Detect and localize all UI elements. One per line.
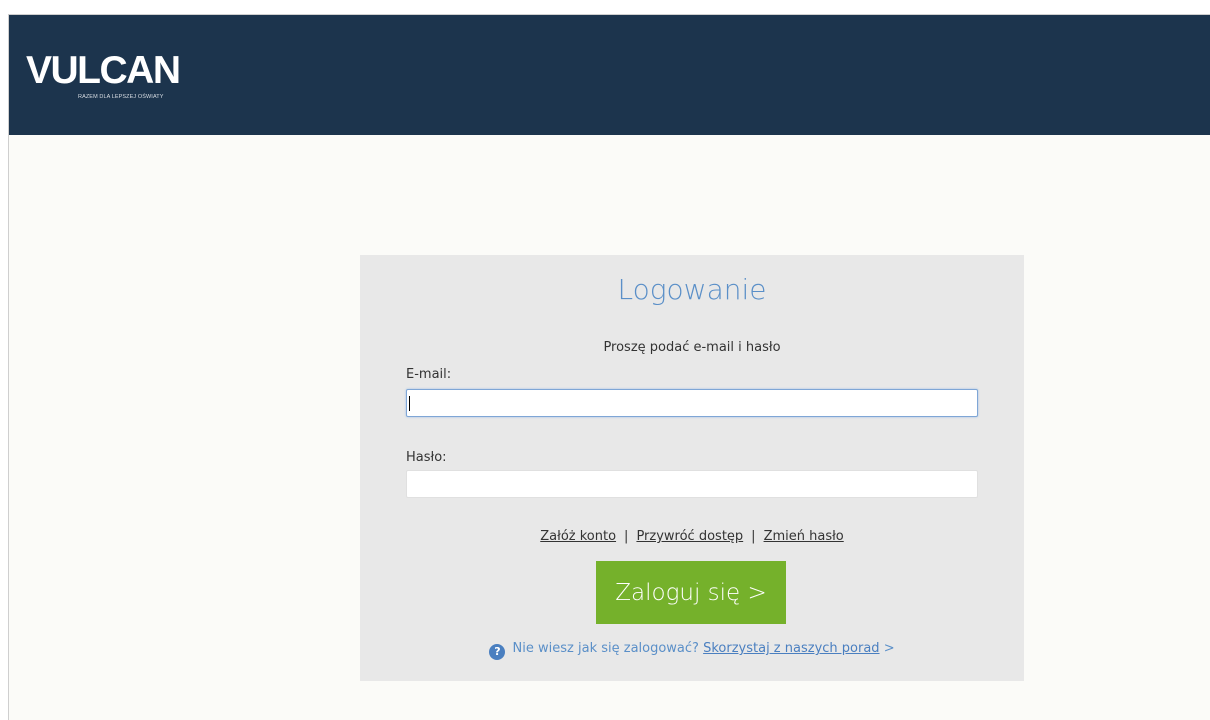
- login-subtitle: Proszę podać e-mail i hasło: [603, 340, 781, 355]
- vulcan-logo[interactable]: VULCAN RAZEM DLA LEPSZEJ OŚWIATY: [26, 49, 181, 101]
- logo-wordmark: VULCAN: [26, 49, 181, 92]
- login-button[interactable]: Zaloguj się >: [596, 561, 786, 624]
- help-question: Nie wiesz jak się zalogować?: [512, 641, 699, 656]
- password-label: Hasło:: [406, 450, 447, 465]
- change-password-link[interactable]: Zmień hasło: [764, 529, 844, 544]
- email-input[interactable]: [406, 389, 978, 417]
- chevron-right-icon: >: [883, 641, 895, 656]
- restore-access-link[interactable]: Przywróć dostęp: [636, 529, 743, 544]
- login-panel: Logowanie Proszę podać e-mail i hasło E-…: [360, 255, 1024, 681]
- link-separator: |: [624, 529, 629, 544]
- email-label: E-mail:: [406, 367, 452, 382]
- help-row: ? Nie wiesz jak się zalogować? Skorzysta…: [360, 641, 1024, 660]
- logo-tagline: RAZEM DLA LEPSZEJ OŚWIATY: [78, 94, 164, 100]
- help-tips-link[interactable]: Skorzystaj z naszych porad: [703, 641, 879, 656]
- logo-text: ULCAN: [50, 49, 181, 92]
- page-header: VULCAN RAZEM DLA LEPSZEJ OŚWIATY: [9, 15, 1210, 135]
- link-separator: |: [751, 529, 756, 544]
- create-account-link[interactable]: Załóż konto: [540, 529, 616, 544]
- browser-viewport: VULCAN RAZEM DLA LEPSZEJ OŚWIATY Logowan…: [8, 14, 1210, 720]
- text-caret: [409, 396, 410, 411]
- account-links: Załóż konto | Przywróć dostęp | Zmień hasło: [360, 529, 1024, 544]
- login-title: Logowanie: [617, 273, 767, 306]
- password-input[interactable]: [406, 470, 978, 498]
- logo-initial: V: [26, 49, 52, 92]
- question-icon: ?: [489, 644, 506, 660]
